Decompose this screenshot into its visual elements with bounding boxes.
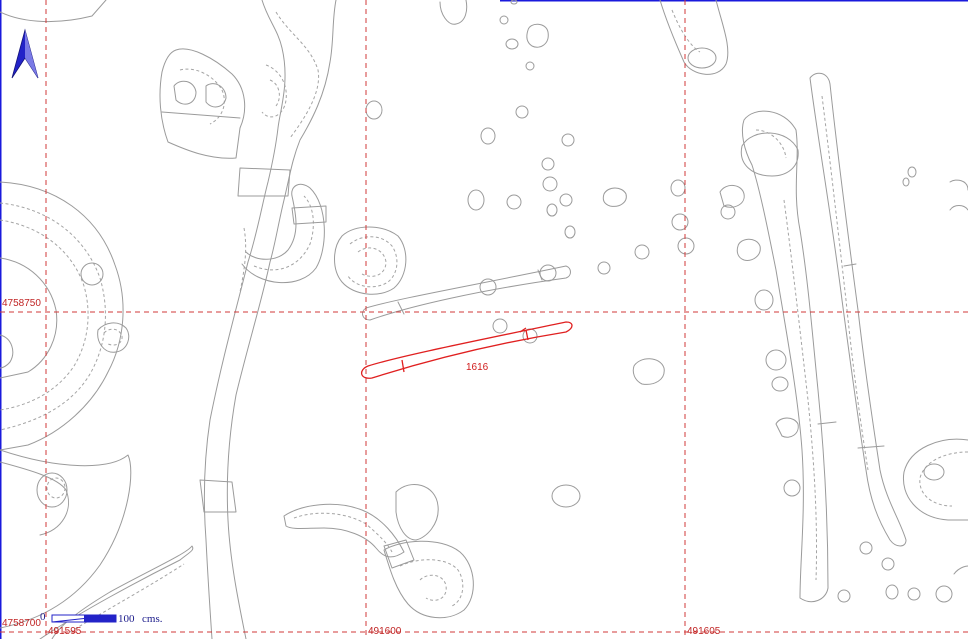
grid-labels: 4758750 4758700 491595 491600 491605 (2, 298, 721, 637)
grid-label-x-491595: 491595 (48, 626, 82, 637)
feature-1616-label: 1616 (466, 362, 489, 373)
arc-feature (0, 0, 107, 23)
postholes (365, 0, 968, 603)
map-frame (0, 0, 968, 639)
grid-label-x-491605: 491605 (687, 626, 721, 637)
curved-ditch-bottom (283, 484, 474, 619)
coordinate-grid (0, 0, 968, 639)
archaeological-site-plan[interactable]: 1616 4758750 4758700 491595 491600 49160… (0, 0, 968, 639)
feature-1616[interactable]: 1616 (361, 321, 573, 379)
scale-bar-fill (84, 615, 116, 622)
scale-bar-start: 0 (40, 611, 46, 623)
grid-label-y-4758750: 4758750 (2, 298, 41, 309)
grid-label-y-4758700: 4758700 (2, 618, 41, 629)
scale-bar-unit: cms. (142, 613, 163, 625)
top-right-feature (659, 0, 729, 75)
round-pit (334, 226, 407, 295)
circular-structure (0, 181, 132, 629)
grid-label-x-491600: 491600 (368, 626, 402, 637)
ditch-left (199, 0, 337, 639)
scale-bar-end: 100 (118, 613, 135, 625)
excavated-features (0, 0, 968, 639)
ditch-right (740, 72, 907, 603)
linear-feature-upper (362, 264, 571, 321)
hook-feature (241, 183, 325, 283)
stone-feature (159, 48, 246, 159)
scale-bar: 0 100 cms. (40, 611, 163, 625)
north-arrow-icon (11, 28, 39, 79)
